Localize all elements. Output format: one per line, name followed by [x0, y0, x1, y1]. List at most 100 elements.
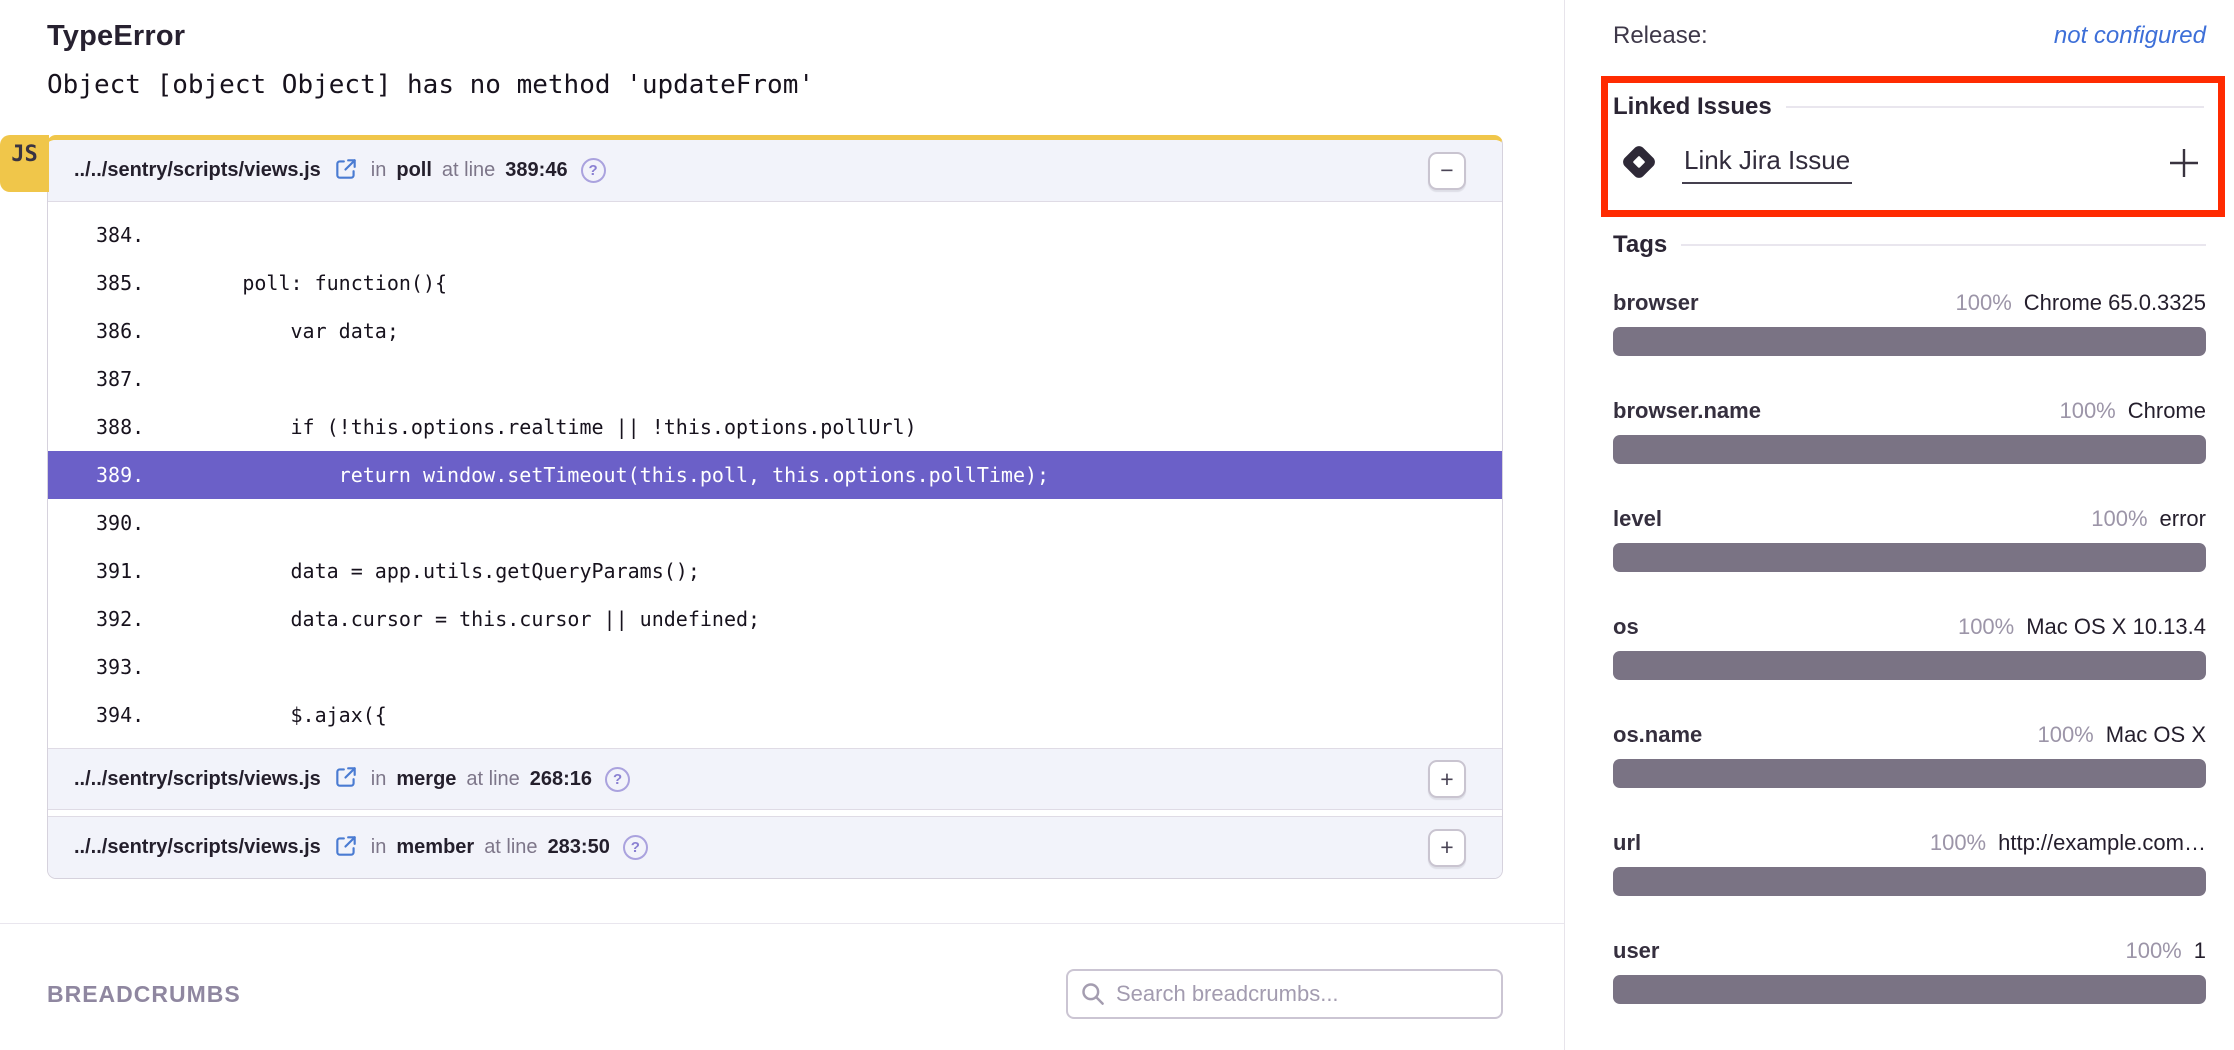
link-jira-row: Link Jira Issue — [1613, 136, 2204, 193]
stack-frame-header[interactable]: ../../sentry/scripts/views.js in member … — [48, 816, 1502, 878]
line-number: 394. — [48, 703, 146, 727]
tag-key[interactable]: os.name — [1613, 722, 1702, 748]
tag-percent: 100% — [2091, 506, 2147, 532]
search-icon — [1079, 980, 1106, 1012]
stack-trace-box: ../../sentry/scripts/views.js in poll at… — [47, 135, 1503, 879]
source-code-context: 384.385. poll: function(){386. var data;… — [48, 202, 1502, 748]
linked-issues-header: Linked Issues — [1613, 93, 2204, 121]
tag-distribution-bar[interactable] — [1613, 759, 2206, 788]
jira-icon — [1613, 136, 1665, 193]
tag-key[interactable]: browser — [1613, 290, 1699, 316]
help-icon[interactable]: ? — [605, 767, 630, 792]
code-line: 386. var data; — [48, 307, 1502, 355]
expand-frame-button[interactable]: + — [1428, 829, 1466, 867]
tag-percent: 100% — [1930, 830, 1986, 856]
code-text: data.cursor = this.cursor || undefined; — [146, 607, 760, 631]
frame-line-number: 389:46 — [505, 159, 567, 182]
tag-key[interactable]: level — [1613, 506, 1662, 532]
tag-value[interactable]: Mac OS X 10.13.4 — [2026, 614, 2206, 640]
tag-key[interactable]: browser.name — [1613, 398, 1761, 424]
issue-sidebar: Release: not configured Linked Issues Li… — [1564, 0, 2234, 1050]
code-text: poll: function(){ — [146, 271, 447, 295]
external-link-icon[interactable] — [333, 156, 359, 188]
tag-row: user 100% 1 — [1613, 938, 2206, 1004]
stack-frame-header[interactable]: ../../sentry/scripts/views.js in poll at… — [48, 140, 1502, 202]
frame-function-name: poll — [396, 159, 432, 182]
code-line: 388. if (!this.options.realtime || !this… — [48, 403, 1502, 451]
tag-value[interactable]: http://example.com… — [1998, 830, 2206, 856]
tag-value[interactable]: Chrome 65.0.3325 — [2024, 290, 2206, 316]
stack-frame-header[interactable]: ../../sentry/scripts/views.js in merge a… — [48, 748, 1502, 810]
tag-distribution-bar[interactable] — [1613, 327, 2206, 356]
code-line: 384. — [48, 211, 1502, 259]
line-number: 389. — [48, 463, 146, 487]
help-icon[interactable]: ? — [623, 835, 648, 860]
tag-row: browser.name 100% Chrome — [1613, 398, 2206, 464]
release-not-configured-link[interactable]: not configured — [2054, 22, 2206, 50]
platform-js-badge: JS — [0, 135, 49, 192]
tag-value[interactable]: 1 — [2194, 938, 2206, 964]
tag-row: url 100% http://example.com… — [1613, 830, 2206, 896]
tag-row-labels: level 100% error — [1613, 506, 2206, 532]
plus-icon — [2166, 145, 2202, 181]
expand-frame-button[interactable]: + — [1428, 760, 1466, 798]
tags-header: Tags — [1613, 231, 2206, 259]
tag-key[interactable]: url — [1613, 830, 1641, 856]
release-row: Release: not configured — [1613, 22, 2206, 50]
code-line: 392. data.cursor = this.cursor || undefi… — [48, 595, 1502, 643]
code-text: data = app.utils.getQueryParams(); — [146, 559, 700, 583]
tag-distribution-bar[interactable] — [1613, 435, 2206, 464]
line-number: 387. — [48, 367, 146, 391]
tag-row-labels: os 100% Mac OS X 10.13.4 — [1613, 614, 2206, 640]
tag-distribution-bar[interactable] — [1613, 975, 2206, 1004]
tag-value[interactable]: Mac OS X — [2106, 722, 2206, 748]
linked-issues-title: Linked Issues — [1613, 93, 1772, 121]
issue-detail-main: TypeError Object [object Object] has no … — [0, 0, 1564, 1050]
line-number: 386. — [48, 319, 146, 343]
frame-line-number: 268:16 — [530, 768, 592, 791]
tag-value[interactable]: error — [2160, 506, 2206, 532]
tag-key[interactable]: os — [1613, 614, 1639, 640]
code-text: return window.setTimeout(this.poll, this… — [146, 463, 1049, 487]
frame-connector-label: in — [371, 159, 387, 182]
add-linked-issue-button[interactable] — [2166, 145, 2202, 184]
release-label: Release: — [1613, 22, 1708, 50]
code-line: 391. data = app.utils.getQueryParams(); — [48, 547, 1502, 595]
tag-row: level 100% error — [1613, 506, 2206, 572]
tag-distribution-bar[interactable] — [1613, 543, 2206, 572]
help-icon[interactable]: ? — [581, 158, 606, 183]
header-rule — [1786, 106, 2204, 108]
tag-row-labels: browser.name 100% Chrome — [1613, 398, 2206, 424]
link-jira-issue-link[interactable]: Link Jira Issue — [1682, 145, 1852, 184]
tag-row: browser 100% Chrome 65.0.3325 — [1613, 290, 2206, 356]
tag-distribution-bar[interactable] — [1613, 651, 2206, 680]
tags-list: browser 100% Chrome 65.0.3325 browser.na… — [1613, 290, 2206, 1004]
external-link-icon[interactable] — [333, 833, 359, 865]
frame-at-line-label: at line — [466, 768, 519, 791]
code-text: $.ajax({ — [146, 703, 387, 727]
frame-at-line-label: at line — [442, 159, 495, 182]
frame-file-path: ../../sentry/scripts/views.js — [74, 159, 321, 182]
frame-line-number: 283:50 — [548, 836, 610, 859]
frame-function-name: member — [396, 836, 474, 859]
code-line: 394. $.ajax({ — [48, 691, 1502, 739]
collapse-frame-button[interactable]: − — [1428, 152, 1466, 190]
breadcrumbs-search — [1066, 969, 1503, 1019]
line-number: 390. — [48, 511, 146, 535]
code-text: var data; — [146, 319, 399, 343]
section-divider — [0, 923, 1564, 924]
tag-value[interactable]: Chrome — [2128, 398, 2206, 424]
tag-percent: 100% — [2059, 398, 2115, 424]
tag-row-labels: url 100% http://example.com… — [1613, 830, 2206, 856]
code-line: 387. — [48, 355, 1502, 403]
tags-title: Tags — [1613, 231, 1667, 259]
search-breadcrumbs-input[interactable] — [1066, 969, 1503, 1019]
frame-connector-label: in — [371, 768, 387, 791]
tag-percent: 100% — [1958, 614, 2014, 640]
frame-connector-label: in — [371, 836, 387, 859]
external-link-icon[interactable] — [333, 764, 359, 796]
code-line: 389. return window.setTimeout(this.poll,… — [48, 451, 1502, 499]
tag-key[interactable]: user — [1613, 938, 1659, 964]
tag-row-labels: user 100% 1 — [1613, 938, 2206, 964]
tag-distribution-bar[interactable] — [1613, 867, 2206, 896]
